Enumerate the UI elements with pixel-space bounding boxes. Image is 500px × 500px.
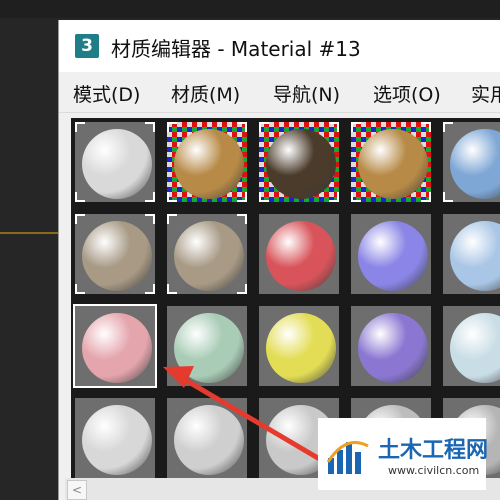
watermark-url: www.civilcn.com (388, 464, 480, 477)
civilcn-watermark: 土木工程网 www.civilcn.com (318, 418, 489, 490)
watermark-title: 土木工程网 (378, 438, 489, 463)
civilcn-logo-icon (326, 441, 369, 474)
